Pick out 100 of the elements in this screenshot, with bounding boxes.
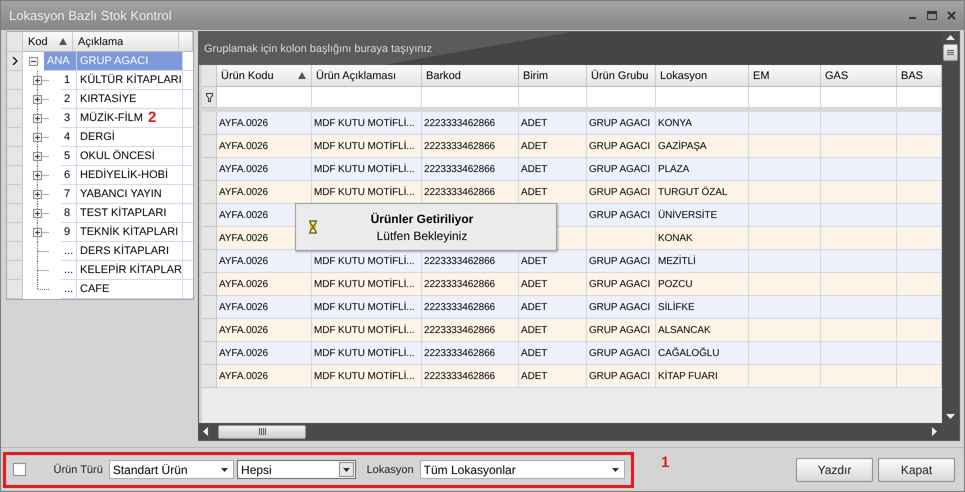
expand-icon[interactable] xyxy=(33,190,42,199)
grip-icon xyxy=(947,50,954,55)
action-button[interactable]: Kapat xyxy=(878,458,955,482)
tree-code: ANA xyxy=(44,52,77,71)
close-icon[interactable] xyxy=(947,11,956,20)
tree-connector-icon xyxy=(37,109,49,128)
column-header[interactable]: Birim xyxy=(519,65,587,87)
tree-code: ... xyxy=(61,280,77,299)
caret-icon xyxy=(342,468,350,472)
column-header[interactable]: BAS xyxy=(897,65,942,87)
dropdown-field[interactable]: Standart Ürün xyxy=(108,460,234,479)
tree-connector-icon xyxy=(37,223,49,242)
caret-icon xyxy=(612,468,619,472)
tree-connector-icon xyxy=(37,128,49,147)
maximize-icon[interactable] xyxy=(927,11,937,20)
header-corner xyxy=(7,32,23,52)
column-header[interactable]: Barkod xyxy=(422,65,519,87)
loading-title: Ürünler Getiriliyor xyxy=(370,212,474,226)
column-header[interactable]: EM xyxy=(749,65,821,87)
filter-field[interactable] xyxy=(312,87,422,108)
horizontal-scroll-thumb[interactable] xyxy=(218,424,306,438)
expand-icon[interactable] xyxy=(33,76,42,85)
expand-icon[interactable] xyxy=(33,152,42,161)
header-filler xyxy=(179,32,193,52)
filter-field[interactable] xyxy=(821,87,897,108)
tree-connector-icon xyxy=(37,204,49,223)
table-cell: GRUP AGACI xyxy=(587,365,656,388)
sort-ascending-icon xyxy=(298,72,306,79)
filter-field[interactable] xyxy=(897,87,942,108)
group-hint: Gruplamak için kolon başlığını buraya taşıyınız xyxy=(204,42,432,54)
column-header[interactable]: Açıklama xyxy=(73,32,179,52)
filter-field[interactable] xyxy=(217,87,312,108)
vertical-scroll-thumb[interactable] xyxy=(943,44,958,61)
row-pointer-icon xyxy=(12,57,18,65)
tree-code: 3 xyxy=(61,109,77,128)
tree-code: ... xyxy=(61,261,77,280)
checkbox[interactable] xyxy=(13,463,26,476)
tree-item[interactable]: YABANCI YAYIN xyxy=(77,185,183,204)
grip-icon xyxy=(258,428,266,435)
tree-item[interactable]: KELEPİR KİTAPLAR xyxy=(77,261,183,280)
filter-field[interactable] xyxy=(422,87,519,108)
expand-icon[interactable] xyxy=(33,171,42,180)
column-header[interactable]: Ürün Grubu xyxy=(587,65,656,87)
expand-icon[interactable] xyxy=(33,114,42,123)
tree-connector-icon xyxy=(37,147,49,166)
column-header[interactable]: GAS xyxy=(821,65,897,87)
scroll-down-icon[interactable] xyxy=(946,414,955,419)
tree-code: 7 xyxy=(61,185,77,204)
dropdown-field[interactable]: Hepsi xyxy=(237,460,356,479)
tree-code: 5 xyxy=(61,147,77,166)
tree-code: 6 xyxy=(61,166,77,185)
column-header[interactable]: Lokasyon xyxy=(656,65,749,87)
scroll-left-icon[interactable] xyxy=(203,427,208,436)
tree-connector-icon xyxy=(37,166,49,185)
tree-code: 4 xyxy=(61,128,77,147)
table-cell: KİTAP FUARI xyxy=(656,365,749,388)
tree-item[interactable]: TEST KİTAPLARI xyxy=(77,204,183,223)
tree-connector-icon xyxy=(37,242,49,261)
table-cell: MDF KUTU MOTİFLİ... xyxy=(312,365,422,388)
tree-connector-icon xyxy=(37,90,49,109)
tree-code: 8 xyxy=(61,204,77,223)
column-header[interactable]: Ürün Açıklaması xyxy=(312,65,422,87)
table-cell: 2223333462866 xyxy=(422,365,519,388)
sort-ascending-icon xyxy=(59,38,67,45)
scroll-up-icon[interactable] xyxy=(946,35,955,40)
tree-item[interactable]: DERGİ xyxy=(77,128,183,147)
tree-item[interactable]: OKUL ÖNCESİ xyxy=(77,147,183,166)
table-cell: AYFA.0026 xyxy=(217,365,312,388)
filter-field[interactable] xyxy=(656,87,749,108)
tree-item[interactable]: TEKNİK KİTAPLARI xyxy=(77,223,183,242)
collapse-icon[interactable] xyxy=(29,57,38,66)
filter-field[interactable] xyxy=(587,87,656,108)
field-label: Lokasyon xyxy=(366,464,414,476)
scroll-right-icon[interactable] xyxy=(932,427,937,436)
table-cell: ADET xyxy=(519,365,587,388)
filter-icon[interactable] xyxy=(206,92,212,102)
table-cell xyxy=(749,365,821,388)
expand-icon[interactable] xyxy=(33,209,42,218)
column-header[interactable]: Ürün Kodu xyxy=(217,65,312,87)
callout-number: 1 xyxy=(661,454,670,471)
filter-field[interactable] xyxy=(519,87,587,108)
dropdown-field[interactable]: Tüm Lokasyonlar xyxy=(420,460,625,479)
column-header[interactable]: Kod xyxy=(23,32,73,52)
callout-number: 2 xyxy=(148,109,156,126)
table-cell xyxy=(897,365,942,388)
expand-icon[interactable] xyxy=(33,95,42,104)
expand-icon[interactable] xyxy=(33,133,42,142)
tree-code: 1 xyxy=(61,71,77,90)
expand-icon[interactable] xyxy=(33,228,42,237)
tree-item[interactable]: KÜLTÜR KİTAPLARI xyxy=(77,71,183,90)
tree-connector-icon xyxy=(37,71,49,90)
tree-item[interactable]: KIRTASİYE xyxy=(77,90,183,109)
tree-item[interactable]: HEDİYELİK-HOBİ xyxy=(77,166,183,185)
row-indicator[interactable] xyxy=(7,52,23,71)
tree-item[interactable]: DERS KİTAPLARI xyxy=(77,242,183,261)
tree-code: ... xyxy=(61,242,77,261)
action-button[interactable]: Yazdır xyxy=(796,458,873,482)
filter-field[interactable] xyxy=(749,87,821,108)
tree-item[interactable]: CAFE xyxy=(77,280,183,299)
hourglass-icon xyxy=(308,220,318,234)
